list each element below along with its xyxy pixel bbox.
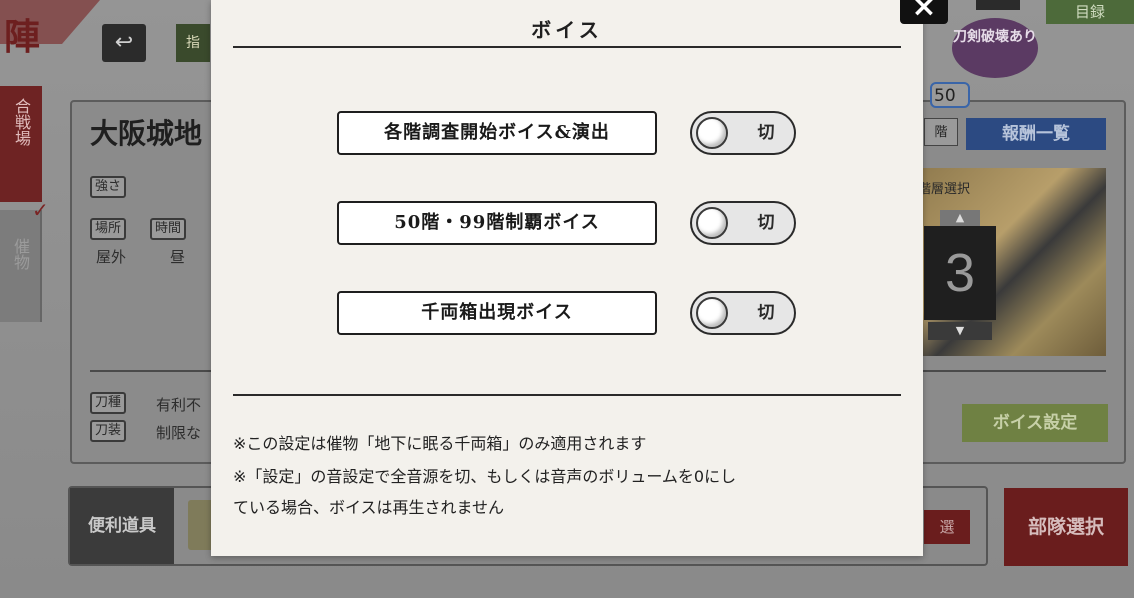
stage-name: 大阪城地 <box>90 117 203 150</box>
side-tab-label: 合戦場 <box>12 98 31 146</box>
top-tab[interactable]: 指 <box>176 24 210 62</box>
top-right-dark-button[interactable] <box>976 0 1020 10</box>
toggle-state: 切 <box>757 213 775 233</box>
sword-type-value: 有利不 <box>156 396 202 414</box>
dialog-title-rule <box>233 46 901 48</box>
voice-settings-button[interactable]: ボイス設定 <box>962 404 1108 442</box>
toggle-knob <box>696 207 728 239</box>
sword-type-tag: 刀種 <box>90 392 127 414</box>
toggle-state: 切 <box>757 123 775 143</box>
unit-select-button[interactable]: 部隊選択 <box>1004 488 1128 566</box>
toggle-conquest-voice[interactable]: 切 <box>690 201 796 245</box>
side-tab-battlefield[interactable]: 合戦場 <box>0 86 42 202</box>
back-arrow-icon: ↩ <box>114 30 134 55</box>
floor-count: 50 <box>930 82 970 108</box>
option-label-chest-voice: 千両箱出現ボイス <box>337 291 657 335</box>
note-line-2: ※「設定」の音設定で全音源を切、もしくは音声のボリュームを0にし <box>233 467 737 486</box>
note-line-3: ている場合、ボイスは再生されません <box>233 498 505 517</box>
option-label-conquest-voice: 50階・99階制覇ボイス <box>337 201 657 245</box>
side-tab-label: 催物 <box>11 238 30 270</box>
tools-label: 便利道具 <box>70 488 174 564</box>
strength-tag: 強さ <box>90 176 127 198</box>
title-kanji: 陣 <box>4 16 41 58</box>
back-button[interactable]: ↩ <box>102 24 146 62</box>
floor-down-arrow-icon[interactable]: ▼ <box>928 322 992 340</box>
toggle-knob <box>696 117 728 149</box>
note-line-1: ※この設定は催物「地下に眠る千両箱」のみ適用されます <box>233 434 647 453</box>
sword-equip-value: 制限な <box>156 424 202 442</box>
floor-select-label: 階層選択 <box>918 182 971 197</box>
check-icon: ✓ <box>32 198 49 222</box>
dialog-notes-rule <box>233 394 901 396</box>
current-floor: 3 <box>924 226 996 320</box>
location-tag: 場所 <box>90 218 127 240</box>
destroy-badge: 刀剣破壊あり <box>952 18 1038 78</box>
floor-up-arrow-icon[interactable]: ▲ <box>940 210 980 226</box>
close-icon[interactable]: × <box>900 0 948 24</box>
toggle-knob <box>696 297 728 329</box>
location-value: 屋外 <box>96 248 127 266</box>
toggle-floor-start-voice[interactable]: 切 <box>690 111 796 155</box>
floor-label: 階 <box>924 118 958 146</box>
sword-equip-tag: 刀装 <box>90 420 127 442</box>
time-tag: 時間 <box>150 218 187 240</box>
dialog-title: ボイス <box>531 18 603 42</box>
toggle-chest-voice[interactable]: 切 <box>690 291 796 335</box>
toggle-state: 切 <box>757 303 775 323</box>
catalog-button[interactable]: 目録 <box>1046 0 1134 24</box>
reward-list-button[interactable]: 報酬一覧 <box>966 118 1106 150</box>
option-label-floor-start-voice: 各階調査開始ボイス&演出 <box>337 111 657 155</box>
select-button[interactable]: 選 <box>924 510 970 544</box>
time-value: 昼 <box>170 248 186 266</box>
side-tab-event[interactable]: 催物 <box>0 210 42 322</box>
